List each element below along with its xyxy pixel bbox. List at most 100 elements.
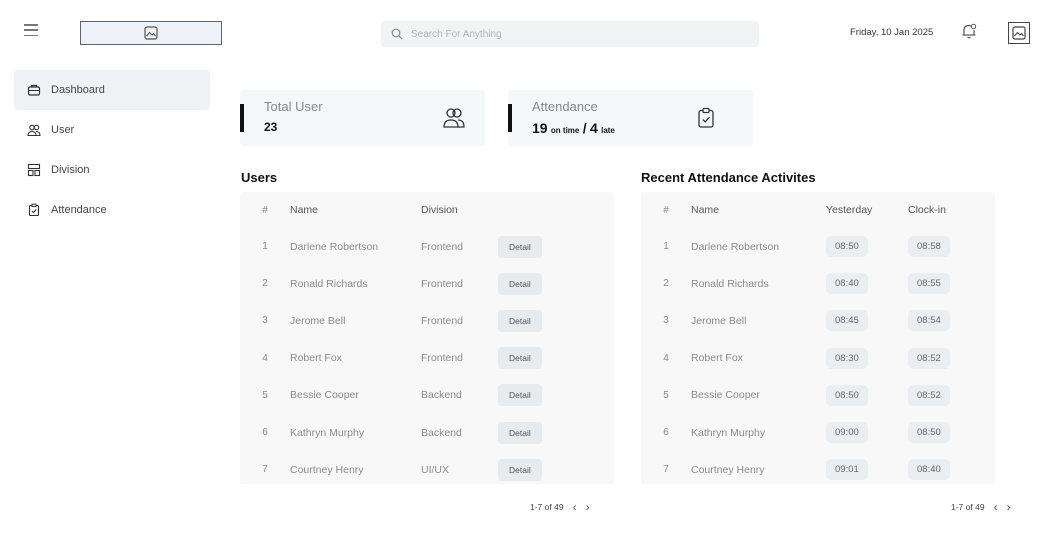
employee-name: Courtney Henry (691, 463, 765, 476)
menu-icon[interactable] (24, 24, 38, 36)
chevron-right-icon[interactable]: › (586, 500, 590, 514)
image-icon (1012, 26, 1026, 40)
column-header: # (262, 204, 268, 216)
table-row: 1 Darlene Robertson Frontend Detail (240, 228, 614, 265)
clock-in-cell: 08:50 (908, 414, 995, 451)
user-name: Courtney Henry (290, 463, 364, 476)
user-division: Backend (421, 389, 462, 402)
card-title: Total User (264, 99, 323, 114)
attendance-pagination: 1-7 of 49 ‹ › (951, 500, 1011, 514)
yesterday-cell: 08:40 (826, 265, 908, 302)
users-pagination: 1-7 of 49 ‹ › (530, 500, 590, 514)
user-name: Robert Fox (290, 352, 342, 365)
yesterday-cell: 08:50 (826, 377, 908, 414)
column-header: Yesterday (826, 204, 873, 216)
row-number: 7 (262, 464, 268, 476)
table-row: 5 Bessie Cooper 08:50 08:52 (641, 377, 995, 414)
attendance-section-title: Recent Attendance Activites (641, 170, 816, 185)
yesterday-cell: 09:01 (826, 451, 908, 488)
row-number: 1 (262, 241, 268, 253)
table-header-row: # Name Yesterday Clock-in (641, 192, 995, 228)
clock-in-time: 08:54 (908, 310, 950, 332)
table-row: 4 Robert Fox Frontend Detail (240, 340, 614, 377)
detail-cell: Detail (498, 265, 614, 302)
clock-in-cell: 08:52 (908, 377, 995, 414)
card-accent-bar (508, 104, 512, 132)
sidebar-item-division[interactable]: Division (14, 150, 210, 190)
search-bar[interactable] (381, 21, 759, 47)
yesterday-time: 08:30 (826, 347, 868, 369)
sidebar-item-attendance[interactable]: Attendance (14, 190, 210, 230)
card-title: Attendance (532, 99, 598, 114)
card-accent-bar (240, 104, 244, 132)
user-division: Frontend (421, 352, 464, 365)
total-user-card: Total User 23 (240, 90, 485, 146)
chevron-right-icon[interactable]: › (1007, 500, 1011, 514)
employee-name: Bessie Cooper (691, 389, 760, 402)
detail-cell: Detail (498, 340, 614, 377)
detail-button[interactable]: Detail (498, 235, 542, 258)
detail-button[interactable]: Detail (498, 384, 542, 407)
row-number: 3 (262, 315, 268, 327)
pagination-label: 1-7 of 49 (530, 502, 564, 512)
briefcase-icon (27, 83, 41, 97)
clock-in-time: 08:52 (908, 347, 950, 369)
clock-in-cell: 08:54 (908, 302, 995, 339)
sidebar-item-dashboard[interactable]: Dashboard (14, 70, 210, 110)
detail-button[interactable]: Detail (498, 421, 542, 444)
yesterday-time: 08:50 (826, 236, 868, 258)
logo-placeholder[interactable] (80, 21, 222, 45)
sidebar: Dashboard User Division Attendance (14, 70, 210, 230)
yesterday-time: 08:45 (826, 310, 868, 332)
employee-name: Robert Fox (691, 352, 743, 365)
sidebar-item-label: Attendance (51, 204, 107, 216)
detail-cell: Detail (498, 302, 614, 339)
sidebar-item-label: Dashboard (51, 84, 105, 96)
users-table: # Name Division 1 Darlene Robertson Fronte… (240, 192, 614, 484)
row-number: 6 (262, 427, 268, 439)
table-row: 7 Courtney Henry UI/UX Detail (240, 451, 614, 488)
avatar[interactable] (1008, 22, 1030, 44)
yesterday-cell: 09:00 (826, 414, 908, 451)
clock-in-cell: 08:55 (908, 265, 995, 302)
division-icon (27, 163, 41, 177)
user-name: Jerome Bell (290, 314, 346, 327)
table-row: 2 Ronald Richards Frontend Detail (240, 265, 614, 302)
employee-name: Darlene Robertson (691, 240, 780, 253)
sidebar-item-user[interactable]: User (14, 110, 210, 150)
clock-in-time: 08:50 (908, 422, 950, 444)
clock-in-time: 08:40 (908, 459, 950, 481)
attendance-card: Attendance 19 on time / 4 late (508, 90, 753, 146)
users-section-title: Users (241, 170, 278, 185)
clock-in-time: 08:55 (908, 273, 950, 295)
attendance-table: # Name Yesterday Clock-in 1 Darlene Rober… (641, 192, 995, 484)
table-row: 6 Kathryn Murphy Backend Detail (240, 414, 614, 451)
chevron-left-icon[interactable]: ‹ (994, 500, 998, 514)
detail-button[interactable]: Detail (498, 272, 542, 295)
user-division: Backend (421, 426, 462, 439)
detail-cell: Detail (498, 451, 614, 488)
detail-button[interactable]: Detail (498, 309, 542, 332)
chevron-left-icon[interactable]: ‹ (573, 500, 577, 514)
table-row: 7 Courtney Henry 09:01 08:40 (641, 451, 995, 488)
yesterday-cell: 08:45 (826, 302, 908, 339)
row-number: 2 (262, 278, 268, 290)
table-row: 5 Bessie Cooper Backend Detail (240, 377, 614, 414)
row-number: 1 (663, 241, 669, 253)
users-icon (27, 123, 41, 137)
row-number: 3 (663, 315, 669, 327)
search-input[interactable] (411, 28, 711, 40)
clock-in-time: 08:52 (908, 384, 950, 406)
notification-bell-icon[interactable] (960, 22, 978, 45)
row-number: 4 (262, 352, 268, 364)
clipboard-check-icon (696, 107, 716, 134)
clock-in-cell: 08:52 (908, 340, 995, 377)
detail-button[interactable]: Detail (498, 347, 542, 370)
row-number: 6 (663, 427, 669, 439)
detail-button[interactable]: Detail (498, 458, 542, 481)
pagination-label: 1-7 of 49 (951, 502, 985, 512)
user-division: UI/UX (421, 463, 450, 476)
row-number: 4 (663, 352, 669, 364)
yesterday-time: 08:50 (826, 384, 868, 406)
detail-cell: Detail (498, 414, 614, 451)
